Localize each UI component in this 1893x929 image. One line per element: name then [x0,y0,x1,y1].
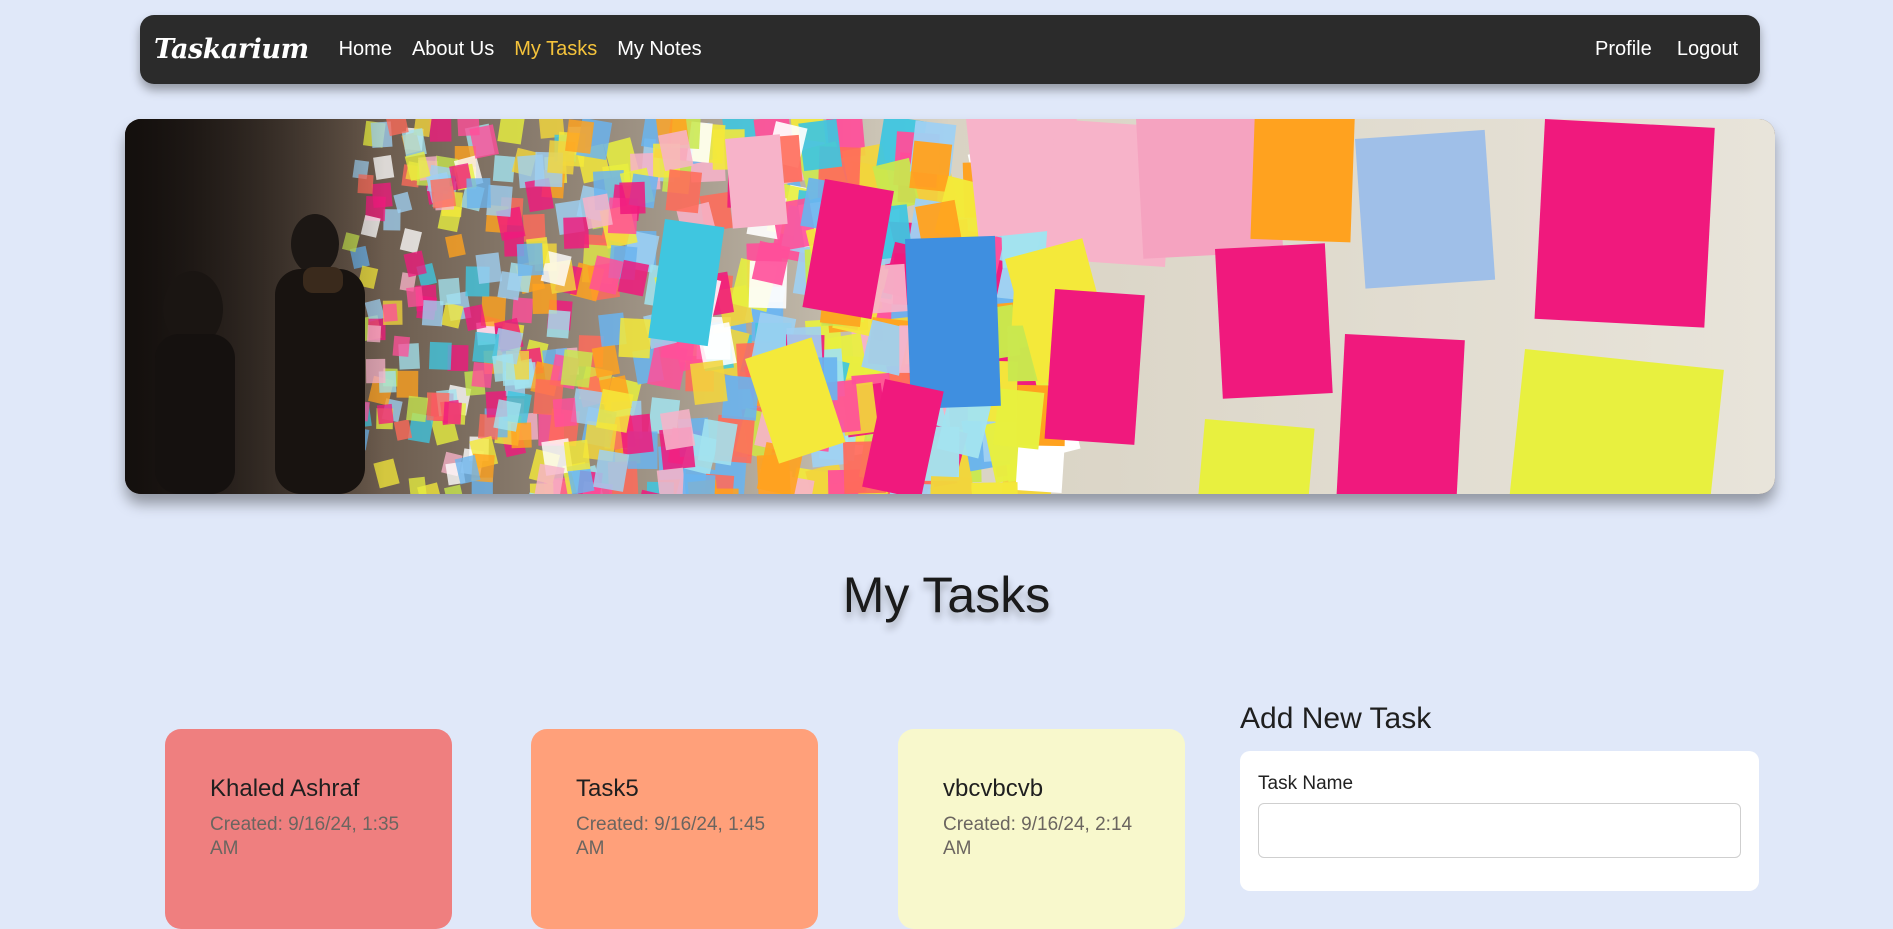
sticky-note [929,476,972,494]
hero-banner-image [125,119,1775,494]
sticky-note [443,401,462,425]
nav-link-my-tasks[interactable]: My Tasks [514,38,597,61]
sticky-note [1355,129,1496,289]
sticky-note [552,397,578,428]
sticky-note [1044,288,1145,445]
sticky-note [497,119,526,145]
sticky-note [725,134,788,229]
task-name-label: Task Name [1258,773,1354,794]
sticky-note [660,408,696,451]
sticky-note [1335,334,1465,494]
sticky-note [546,309,571,339]
sticky-note [475,252,503,284]
sticky-note [560,349,593,388]
sticky-note [909,140,953,192]
sticky-note [466,177,491,209]
sticky-note [697,418,738,466]
sticky-note [665,169,703,214]
sticky-note [516,243,544,277]
nav-link-profile[interactable]: Profile [1595,38,1652,60]
task-name-input[interactable] [1258,803,1741,858]
sticky-note [471,362,494,389]
sticky-note [428,341,452,370]
sticky-note [1507,349,1724,494]
sticky-note [406,286,424,308]
nav-right-group: Profile Logout [1595,38,1738,61]
sticky-notes-wall-illustration [125,119,1775,494]
task-name: vbcvbcvb [943,775,1044,802]
sticky-note [392,335,411,357]
add-task-heading: Add New Task [1240,702,1432,735]
sticky-note [681,473,716,494]
sticky-note [396,370,419,398]
task-created-date: Created: 9/16/24, 1:35 AM [210,814,400,859]
nav-link-about-us[interactable]: About Us [412,38,494,61]
sticky-note [492,155,516,183]
add-task-form: Task Name [1240,751,1759,891]
brand-logo[interactable]: Taskarium [154,34,309,65]
sticky-note [1197,419,1315,494]
nav-link-my-notes[interactable]: My Notes [617,38,701,61]
page-title: My Tasks [842,567,1051,623]
task-card[interactable]: Khaled Ashraf Created: 9/16/24, 1:35 AM [165,729,452,929]
task-card[interactable]: Task5 Created: 9/16/24, 1:45 AM [531,729,818,929]
sticky-note [619,181,646,215]
task-card[interactable]: vbcvbcvb Created: 9/16/24, 2:14 AM [898,729,1185,929]
sticky-note [408,476,427,494]
task-created-date: Created: 9/16/24, 2:14 AM [943,814,1133,859]
sticky-note [798,119,843,172]
sticky-note [1215,243,1333,399]
sticky-note [689,359,728,405]
sticky-note [1534,119,1715,328]
sticky-note [563,216,590,249]
navbar: Taskarium Home About Us My Tasks My Note… [140,15,1760,84]
nav-link-logout[interactable]: Logout [1677,38,1738,60]
sticky-note [593,449,630,492]
sticky-note [993,388,1045,450]
sticky-note [429,119,452,142]
task-name: Khaled Ashraf [210,775,360,802]
sticky-note [438,277,461,306]
sticky-note [406,395,429,423]
sticky-note [971,482,1019,494]
sticky-note [492,353,516,382]
sticky-note [618,317,652,359]
sticky-note [905,235,1001,409]
sticky-note [563,439,591,472]
sticky-note [430,177,456,209]
task-name: Task5 [576,775,639,802]
sticky-note [565,119,595,154]
nav-link-home[interactable]: Home [339,38,392,61]
sticky-note [1250,119,1355,243]
task-created-date: Created: 9/16/24, 1:45 AM [576,814,766,859]
sticky-note [656,467,687,494]
